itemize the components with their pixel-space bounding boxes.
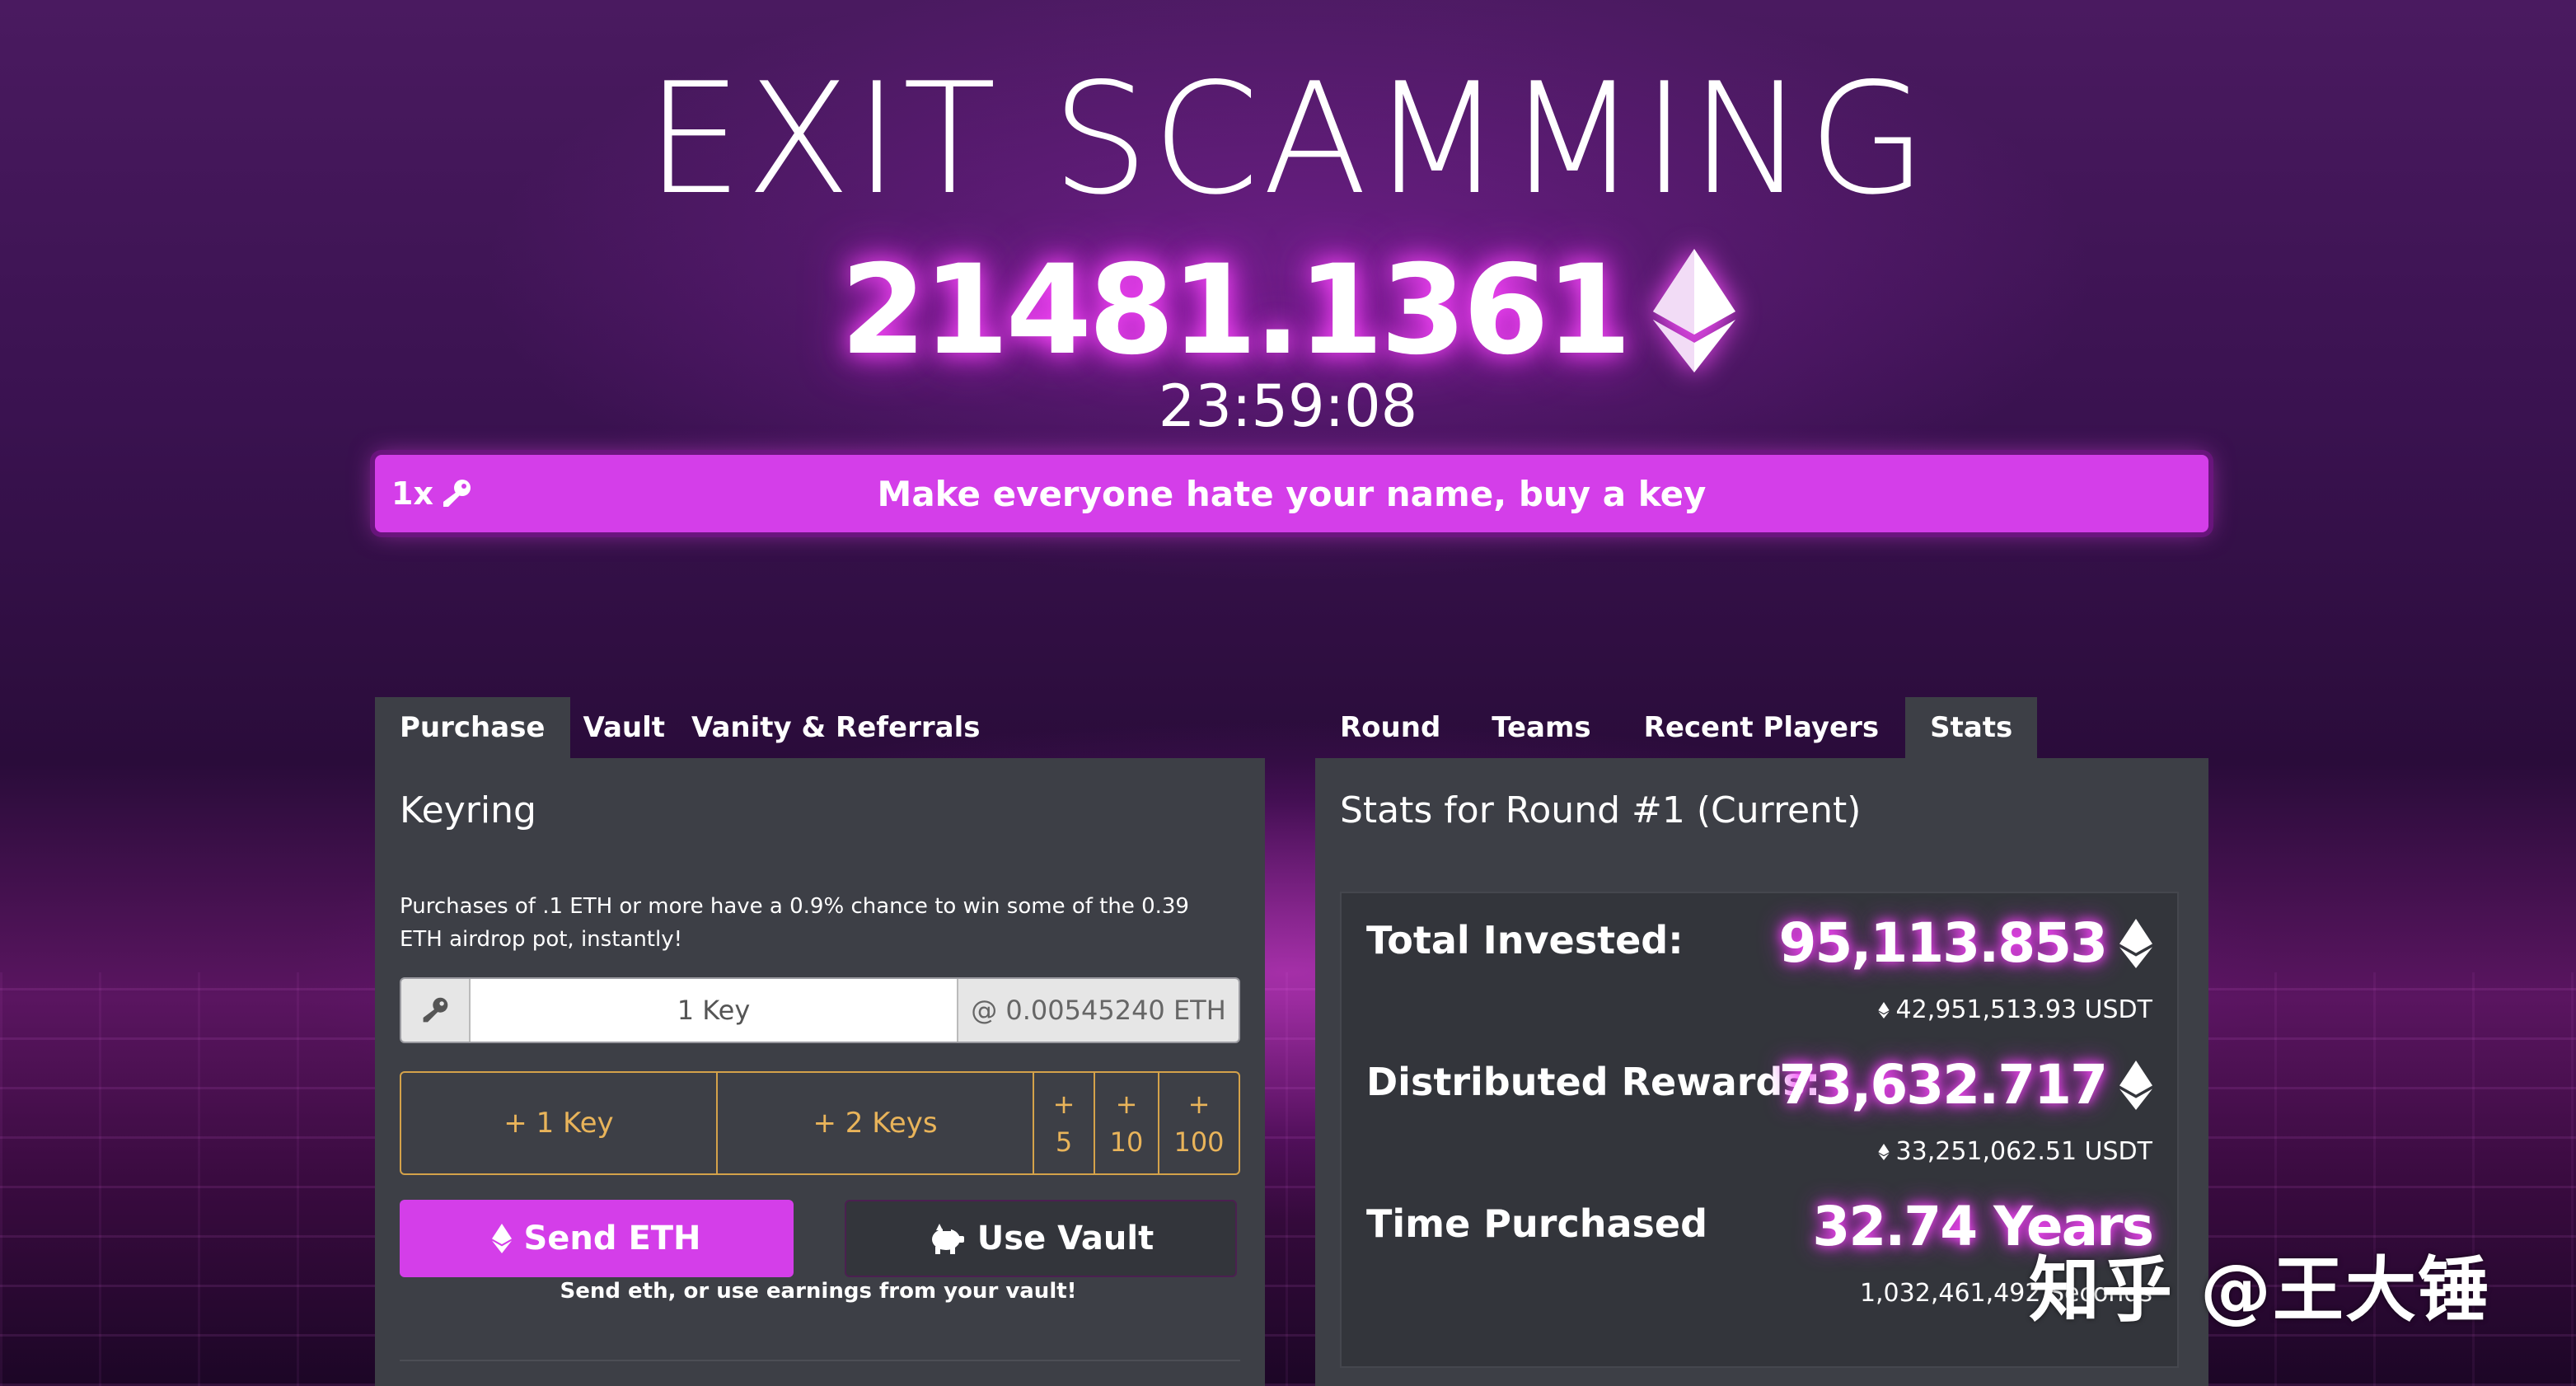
divider [400, 1360, 1240, 1361]
ethereum-icon [2119, 1060, 2152, 1110]
watermark: 知乎 @王大锤 [2029, 1249, 2490, 1332]
send-eth-button[interactable]: Send ETH [400, 1200, 794, 1277]
buy-key-banner[interactable]: 1x Make everyone hate your name, buy a k… [375, 455, 2208, 532]
tab-recent-players[interactable]: Recent Players [1618, 697, 1905, 758]
tab-vanity-referrals[interactable]: Vanity & Referrals [678, 697, 993, 758]
tab-round[interactable]: Round [1315, 697, 1465, 758]
distributed-rewards-label: Distributed Rewards: [1366, 1060, 1821, 1104]
ethereum-icon [2119, 918, 2152, 968]
keyring-heading: Keyring [400, 789, 536, 831]
distributed-rewards-value: 73,632.717 [1778, 1053, 2108, 1117]
quick-add-amount: 10 [1109, 1126, 1144, 1158]
ethereum-icon [1877, 1143, 1890, 1160]
info-tabs: Round Teams Recent Players Stats [1315, 697, 2038, 758]
add-2-keys-button[interactable]: + 2 Keys [718, 1073, 1034, 1173]
use-vault-label: Use Vault [977, 1220, 1155, 1257]
distributed-rewards-usdt-group: 33,251,062.51 USDT [1877, 1137, 2152, 1166]
airdrop-note: Purchases of .1 ETH or more have a 0.9% … [400, 894, 1189, 952]
add-keys-row: + 1 Key + 2 Keys + 5 + 10 + 100 [400, 1071, 1240, 1175]
send-eth-label: Send ETH [523, 1220, 701, 1257]
round-timer: 23:59:08 [1158, 372, 1418, 440]
add-10-keys-button[interactable]: + 10 [1095, 1073, 1159, 1173]
purchase-panel: Keyring Purchases of .1 ETH or more have… [375, 758, 1265, 1386]
time-purchased-label: Time Purchased [1366, 1201, 1707, 1246]
distributed-rewards-usdt: 33,251,062.51 USDT [1895, 1137, 2152, 1166]
send-note: Send eth, or use earnings from your vaul… [560, 1279, 1077, 1304]
plus-sign: + [1115, 1089, 1138, 1120]
page-title: EXIT SCAMMING [645, 49, 1931, 228]
tab-teams[interactable]: Teams [1465, 697, 1617, 758]
pot-display: 21481.1361 [0, 239, 2576, 382]
total-invested-label: Total Invested: [1366, 918, 1684, 962]
tab-vault[interactable]: Vault [570, 697, 679, 758]
tab-purchase[interactable]: Purchase [375, 697, 570, 758]
key-price: @ 0.00545240 ETH [957, 979, 1239, 1042]
quick-add-amount: 100 [1173, 1126, 1225, 1158]
key-amount-group: @ 0.00545240 ETH [400, 977, 1240, 1043]
distributed-rewards-value-group: 73,632.717 [1778, 1053, 2152, 1117]
plus-sign: + [1187, 1089, 1211, 1120]
quick-add-amount: 5 [1055, 1126, 1073, 1158]
key-amount-input[interactable] [471, 979, 957, 1042]
plus-sign: + [1052, 1089, 1075, 1120]
key-icon [443, 480, 471, 507]
ethereum-icon [1653, 249, 1736, 372]
pot-value: 21481.1361 [840, 239, 1632, 382]
multiplier-text: 1x [391, 475, 433, 512]
banner-message: Make everyone hate your name, buy a key [877, 473, 1707, 514]
stats-heading: Stats for Round #1 (Current) [1340, 789, 1862, 831]
multiplier-badge: 1x [391, 475, 473, 512]
tab-stats[interactable]: Stats [1905, 697, 2038, 758]
add-100-keys-button[interactable]: + 100 [1159, 1073, 1239, 1173]
key-icon [401, 979, 471, 1042]
ethereum-icon [1877, 1001, 1890, 1018]
use-vault-button[interactable]: Use Vault [845, 1200, 1237, 1277]
add-1-key-button[interactable]: + 1 Key [401, 1073, 718, 1173]
piggy-bank-icon [931, 1224, 964, 1254]
total-invested-value: 95,113.853 [1778, 911, 2108, 975]
ethereum-icon [492, 1224, 513, 1253]
total-invested-usdt-group: 42,951,513.93 USDT [1877, 995, 2152, 1024]
purchase-tabs: Purchase Vault Vanity & Referrals [375, 697, 993, 758]
total-invested-value-group: 95,113.853 [1778, 911, 2152, 975]
add-5-keys-button[interactable]: + 5 [1034, 1073, 1095, 1173]
total-invested-usdt: 42,951,513.93 USDT [1895, 995, 2152, 1024]
